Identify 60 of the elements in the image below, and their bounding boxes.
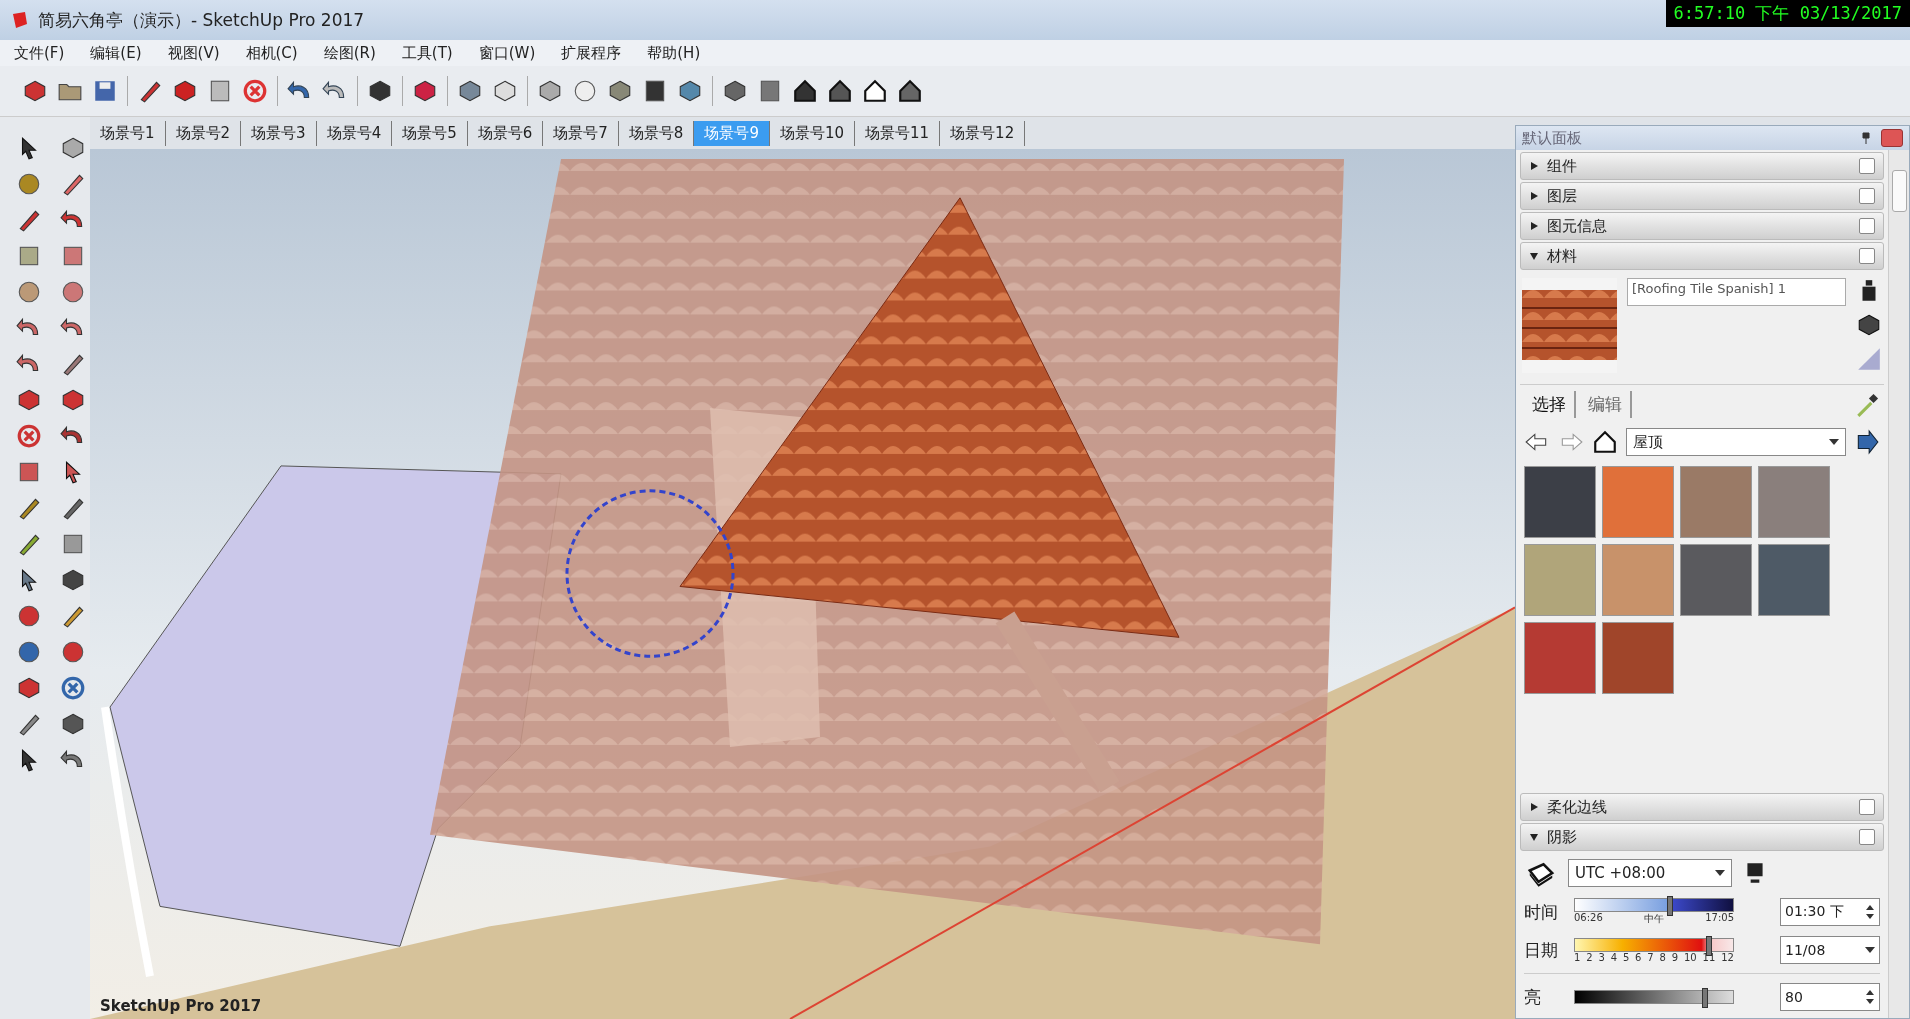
month-label: 3 bbox=[1598, 951, 1605, 963]
tick-label: 中午 bbox=[1644, 912, 1664, 926]
section-label: 图层 bbox=[1547, 186, 1578, 206]
library-dropdown[interactable]: 屋顶 bbox=[1626, 428, 1846, 456]
month-label: 9 bbox=[1671, 951, 1679, 963]
time-label: 时间 bbox=[1524, 900, 1559, 924]
menu-item[interactable]: 视图(V) bbox=[167, 43, 220, 63]
tray-title: 默认面板 bbox=[1522, 128, 1583, 148]
month-label: 2 bbox=[1586, 951, 1593, 963]
menu-item[interactable]: 窗口(W) bbox=[478, 43, 536, 63]
menu-item[interactable]: 文件(F) bbox=[14, 43, 65, 63]
scene-tab[interactable]: 场景号2 bbox=[165, 120, 242, 146]
menu-item[interactable]: 绘图(R) bbox=[323, 43, 376, 63]
month-label: 1 bbox=[1574, 951, 1581, 963]
date-label: 日期 bbox=[1524, 938, 1559, 962]
menu-item[interactable]: 工具(T) bbox=[401, 43, 453, 63]
material-name-field[interactable]: [Roofing Tile Spanish] 1 bbox=[1627, 278, 1846, 306]
menu-item[interactable]: 扩展程序 bbox=[561, 43, 622, 63]
scene-tab[interactable]: 场景号6 bbox=[467, 120, 544, 146]
tick-label: 06:26 bbox=[1574, 912, 1603, 925]
section-label: 阴影 bbox=[1547, 827, 1578, 847]
scene-tab[interactable]: 场景号4 bbox=[316, 120, 393, 146]
section-label: 材料 bbox=[1547, 246, 1578, 266]
scene-tab[interactable]: 场景号10 bbox=[769, 120, 855, 146]
tray-section-header[interactable]: 柔化边线 bbox=[1520, 793, 1884, 821]
month-label: 12 bbox=[1721, 951, 1734, 963]
scene-tab[interactable]: 场景号7 bbox=[543, 120, 619, 146]
tray-section-header[interactable]: 图元信息 bbox=[1520, 212, 1884, 240]
menu-item[interactable]: 相机(C) bbox=[245, 43, 298, 63]
viewport-watermark: SketchUp Pro 2017 bbox=[100, 997, 262, 1015]
month-label: 7 bbox=[1647, 951, 1654, 963]
month-label: 10 bbox=[1683, 951, 1697, 963]
window-title: 简易六角亭（演示）- SketchUp Pro 2017 bbox=[38, 8, 365, 32]
month-label: 4 bbox=[1610, 951, 1618, 963]
section-label: 组件 bbox=[1547, 156, 1578, 176]
menu-item[interactable]: 编辑(E) bbox=[90, 43, 142, 63]
light-field[interactable]: 80 bbox=[1780, 983, 1880, 1011]
materials-tab[interactable]: 编辑 bbox=[1580, 391, 1632, 418]
scene-tab[interactable]: 场景号12 bbox=[940, 120, 1026, 146]
menu-item[interactable]: 帮助(H) bbox=[647, 43, 701, 63]
materials-tab[interactable]: 选择 bbox=[1524, 391, 1576, 418]
scene-tab[interactable]: 场景号5 bbox=[392, 120, 468, 146]
scene-tab[interactable]: 场景号3 bbox=[241, 120, 317, 146]
tick-label: 17:05 bbox=[1705, 912, 1734, 925]
month-label: 8 bbox=[1659, 951, 1666, 963]
tray-section-header[interactable]: 阴影 bbox=[1520, 823, 1884, 851]
section-label: 图元信息 bbox=[1547, 216, 1608, 236]
month-label: 6 bbox=[1635, 951, 1642, 963]
clock-overlay: 6:57:10 下午 03/13/2017 bbox=[1665, 0, 1910, 27]
tray-section-header[interactable]: 图层 bbox=[1520, 182, 1884, 210]
tray-section-header[interactable]: 组件 bbox=[1520, 152, 1884, 180]
scene-tab[interactable]: 场景号11 bbox=[855, 120, 941, 146]
tray-section-header[interactable]: 材料 bbox=[1520, 242, 1884, 270]
timezone-dropdown[interactable]: UTC +08:00 bbox=[1568, 859, 1732, 887]
scene-tab[interactable]: 场景号1 bbox=[90, 120, 166, 146]
section-label: 柔化边线 bbox=[1547, 797, 1608, 817]
light-label: 亮 bbox=[1524, 985, 1542, 1009]
month-label: 5 bbox=[1622, 951, 1630, 963]
date-dropdown[interactable]: 11/08 bbox=[1780, 936, 1880, 964]
time-field[interactable]: 01:30 下 bbox=[1780, 898, 1880, 926]
